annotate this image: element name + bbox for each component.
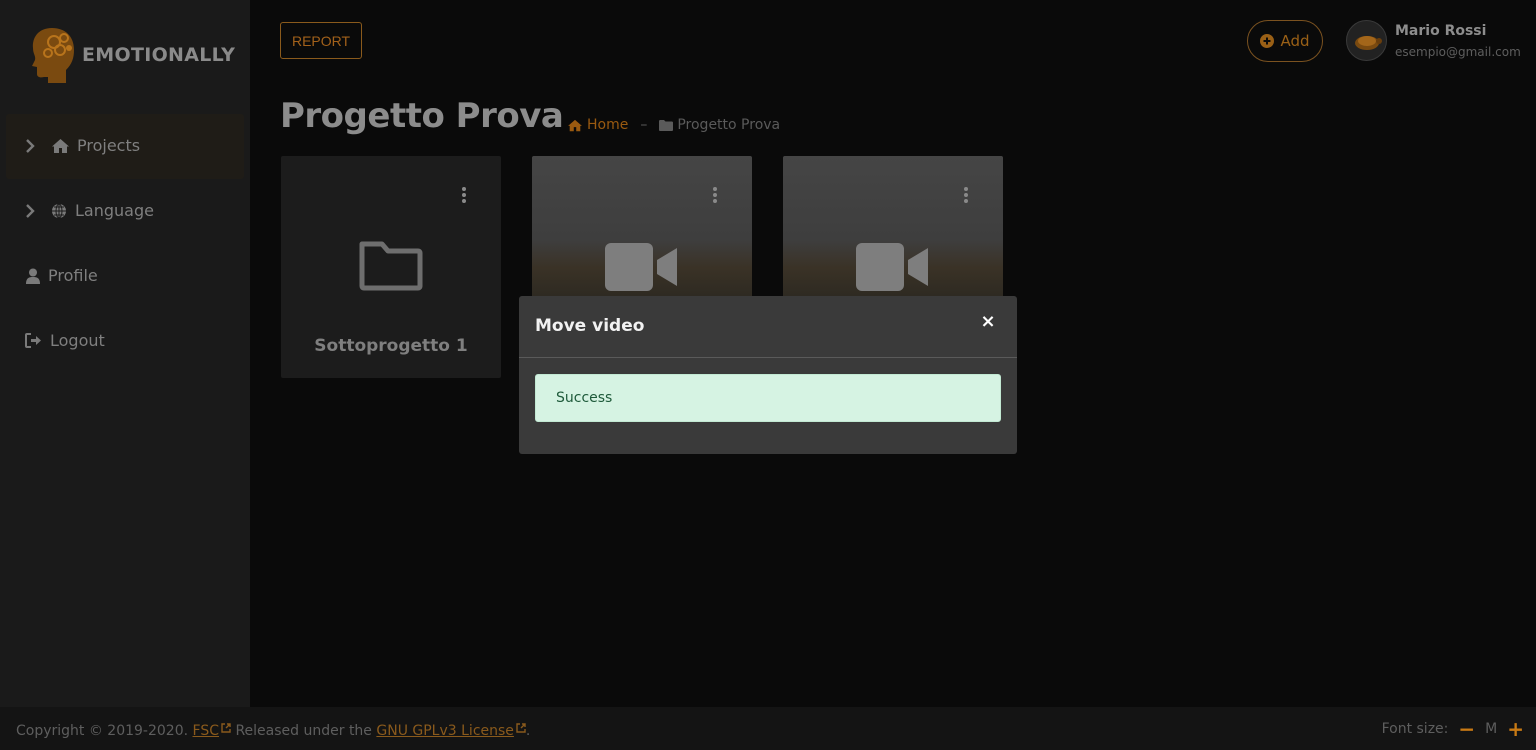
font-size-control: Font size: − M + [1381,719,1524,739]
video-camera-icon [605,243,677,291]
folder-card[interactable]: Sottoprogetto 1 [281,156,501,378]
globe-icon [52,203,66,219]
avatar[interactable] [1346,20,1387,61]
sidebar-item-logout[interactable]: Logout [6,309,244,374]
card-title: Sottoprogetto 1 [314,336,468,356]
video-camera-icon [856,243,928,291]
sidebar-nav: Projects Language Profile Logout [6,114,244,374]
add-button-label: Add [1280,32,1310,50]
move-video-modal: Move video × Success [519,296,1017,454]
breadcrumb-home[interactable]: Home [567,117,628,133]
page-title: Progetto Prova [280,96,564,136]
font-decrease-button[interactable]: − [1458,719,1475,739]
sidebar: EMOTIONALLY Projects Language Profile Lo… [0,0,250,707]
app-logo[interactable]: EMOTIONALLY [30,26,235,84]
report-button[interactable]: REPORT [280,22,362,59]
logout-icon [25,333,41,348]
external-link-icon [221,723,231,733]
user-icon [26,268,40,284]
sidebar-item-label: Language [75,201,154,220]
font-size-value: M [1485,721,1498,737]
fsc-link[interactable]: FSC [193,723,219,739]
sidebar-item-language[interactable]: Language [6,179,244,244]
folder-icon [659,119,674,131]
home-icon [52,139,69,153]
breadcrumb-current-label: Progetto Prova [677,117,781,133]
home-icon [568,119,582,131]
font-increase-button[interactable]: + [1507,719,1524,739]
released-text: Released under the [235,723,372,739]
external-link-icon [516,723,526,733]
sidebar-item-label: Projects [77,136,141,155]
turtle-avatar-icon [1355,36,1382,50]
modal-divider [519,357,1017,358]
copyright-text: Copyright © 2019-2020. [16,723,189,739]
folder-icon [359,241,423,291]
chevron-right-icon [26,204,35,218]
brand-name: EMOTIONALLY [82,44,236,66]
plus-circle-icon [1260,34,1275,48]
brain-head-logo-icon [32,28,74,83]
breadcrumb: Home – Progetto Prova [567,117,780,133]
breadcrumb-home-label: Home [587,117,629,133]
kebab-menu-icon[interactable] [713,187,719,205]
breadcrumb-separator: – [640,117,648,133]
chevron-right-icon [26,139,35,153]
breadcrumb-current: Progetto Prova [659,117,780,133]
period: . [525,723,531,739]
sidebar-item-profile[interactable]: Profile [6,244,244,309]
license-link[interactable]: GNU GPLv3 License [376,723,514,739]
modal-title: Move video [535,316,645,336]
user-email: esempio@gmail.com [1395,45,1521,59]
sidebar-item-projects[interactable]: Projects [6,114,244,179]
user-name: Mario Rossi [1395,23,1487,39]
font-size-label: Font size: [1381,721,1449,737]
sidebar-item-label: Profile [48,266,98,285]
kebab-menu-icon[interactable] [964,187,970,205]
close-icon[interactable]: × [978,312,998,332]
footer: Copyright © 2019-2020. FSC Released unde… [0,707,1536,750]
success-alert: Success [535,374,1001,422]
kebab-menu-icon[interactable] [462,187,468,205]
add-button[interactable]: Add [1247,20,1323,62]
sidebar-item-label: Logout [50,331,105,350]
copyright: Copyright © 2019-2020. FSC Released unde… [16,723,530,739]
